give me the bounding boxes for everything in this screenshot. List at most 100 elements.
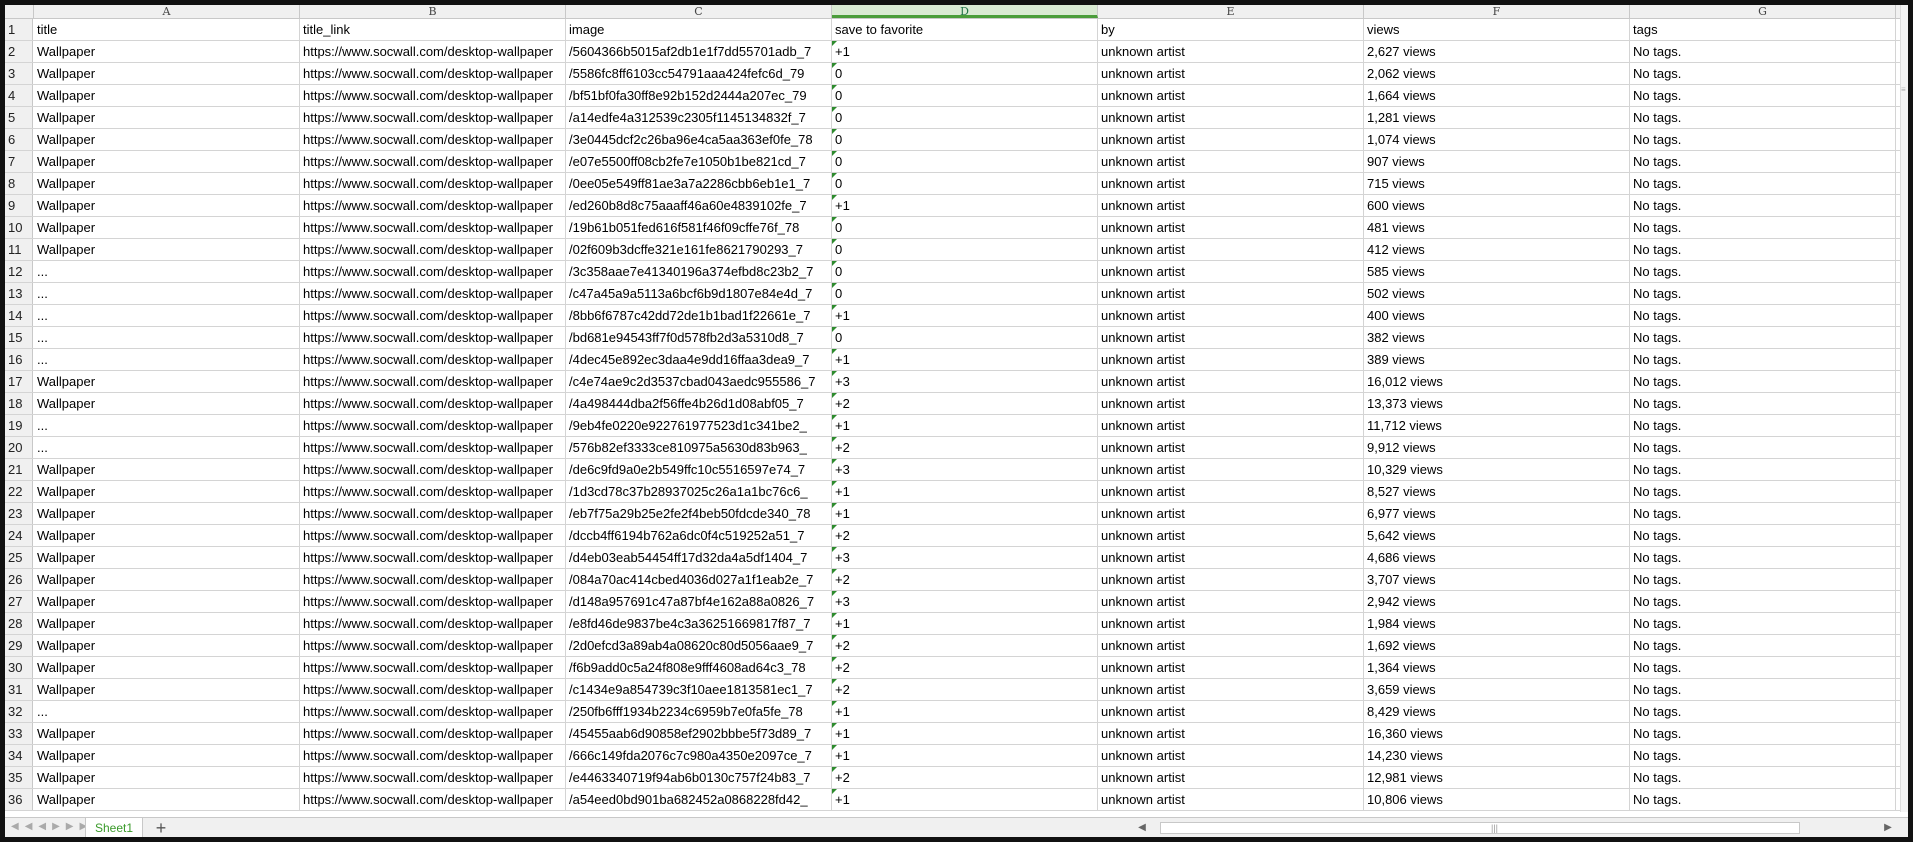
cell[interactable]: No tags. <box>1630 745 1896 766</box>
cell[interactable]: +1 <box>832 349 1098 370</box>
cell[interactable]: +2 <box>832 437 1098 458</box>
cell[interactable]: /d148a957691c47a87bf4e162a88a0826_7 <box>566 591 832 612</box>
cell[interactable]: https://www.socwall.com/desktop-wallpape… <box>300 767 566 788</box>
cell[interactable]: unknown artist <box>1098 415 1364 436</box>
cell[interactable]: 9,912 views <box>1364 437 1630 458</box>
row-number[interactable]: 7 <box>5 151 33 172</box>
cell[interactable]: /bf51bf0fa30ff8e92b152d2444a207ec_79 <box>566 85 832 106</box>
cell[interactable]: https://www.socwall.com/desktop-wallpape… <box>300 569 566 590</box>
cell[interactable]: +1 <box>832 195 1098 216</box>
cell[interactable]: https://www.socwall.com/desktop-wallpape… <box>300 349 566 370</box>
cell[interactable]: https://www.socwall.com/desktop-wallpape… <box>300 217 566 238</box>
cell[interactable]: unknown artist <box>1098 85 1364 106</box>
cell[interactable]: /4a498444dba2f56ffe4b26d1d08abf05_7 <box>566 393 832 414</box>
cell[interactable]: unknown artist <box>1098 41 1364 62</box>
cell[interactable]: unknown artist <box>1098 261 1364 282</box>
row-number[interactable]: 24 <box>5 525 33 546</box>
cell[interactable]: /250fb6fff1934b2234c6959b7e0fa5fe_78 <box>566 701 832 722</box>
cell[interactable]: https://www.socwall.com/desktop-wallpape… <box>300 437 566 458</box>
row-number[interactable]: 4 <box>5 85 33 106</box>
cell[interactable]: unknown artist <box>1098 635 1364 656</box>
cell[interactable]: +1 <box>832 745 1098 766</box>
cell[interactable]: unknown artist <box>1098 767 1364 788</box>
cell[interactable]: No tags. <box>1630 415 1896 436</box>
cell[interactable]: +1 <box>832 305 1098 326</box>
cell[interactable]: ... <box>34 327 300 348</box>
cell[interactable]: ... <box>34 415 300 436</box>
cell[interactable]: 0 <box>832 151 1098 172</box>
row-number[interactable]: 23 <box>5 503 33 524</box>
cell[interactable]: 0 <box>832 217 1098 238</box>
cell[interactable]: +1 <box>832 481 1098 502</box>
cell[interactable]: unknown artist <box>1098 789 1364 810</box>
cell[interactable]: No tags. <box>1630 217 1896 238</box>
cell[interactable]: unknown artist <box>1098 613 1364 634</box>
column-header-b[interactable]: B <box>300 5 566 18</box>
cell[interactable]: 502 views <box>1364 283 1630 304</box>
cell[interactable]: No tags. <box>1630 261 1896 282</box>
cell[interactable]: 16,360 views <box>1364 723 1630 744</box>
row-number[interactable]: 35 <box>5 767 33 788</box>
cell[interactable]: https://www.socwall.com/desktop-wallpape… <box>300 525 566 546</box>
cell[interactable]: /c1434e9a854739c3f10aee1813581ec1_7 <box>566 679 832 700</box>
cell[interactable]: https://www.socwall.com/desktop-wallpape… <box>300 129 566 150</box>
cell[interactable]: +1 <box>832 701 1098 722</box>
sheet-nav-arrows-icon[interactable]: ◀◀◀▶▶▶ <box>11 821 93 832</box>
column-header-c[interactable]: C <box>566 5 832 18</box>
cell[interactable]: /a14edfe4a312539c2305f1145134832f_7 <box>566 107 832 128</box>
row-number[interactable]: 26 <box>5 569 33 590</box>
cell[interactable]: https://www.socwall.com/desktop-wallpape… <box>300 481 566 502</box>
cell[interactable]: 0 <box>832 173 1098 194</box>
vertical-scrollbar[interactable]: ≡ <box>1900 5 1908 812</box>
cell[interactable]: 12,981 views <box>1364 767 1630 788</box>
cell[interactable]: unknown artist <box>1098 679 1364 700</box>
cell[interactable]: /dccb4ff6194b762a6dc0f4c519252a51_7 <box>566 525 832 546</box>
scroll-right-icon[interactable]: ▶ <box>1881 821 1895 835</box>
cell[interactable]: unknown artist <box>1098 107 1364 128</box>
row-number[interactable]: 29 <box>5 635 33 656</box>
cell[interactable]: /ed260b8d8c75aaaff46a60e4839102fe_7 <box>566 195 832 216</box>
row-number[interactable]: 32 <box>5 701 33 722</box>
cell[interactable]: 13,373 views <box>1364 393 1630 414</box>
cell[interactable]: https://www.socwall.com/desktop-wallpape… <box>300 151 566 172</box>
header-cell[interactable]: views <box>1364 19 1630 40</box>
cell[interactable]: +2 <box>832 679 1098 700</box>
cell[interactable]: https://www.socwall.com/desktop-wallpape… <box>300 371 566 392</box>
cell[interactable]: 3,707 views <box>1364 569 1630 590</box>
cell[interactable]: 16,012 views <box>1364 371 1630 392</box>
cell[interactable]: 1,364 views <box>1364 657 1630 678</box>
cell[interactable]: 1,984 views <box>1364 613 1630 634</box>
cell[interactable]: /f6b9add0c5a24f808e9fff4608ad64c3_78 <box>566 657 832 678</box>
cell[interactable]: /d4eb03eab54454ff17d32da4a5df1404_7 <box>566 547 832 568</box>
cell[interactable]: Wallpaper <box>34 789 300 810</box>
cell[interactable]: No tags. <box>1630 239 1896 260</box>
cell[interactable]: 600 views <box>1364 195 1630 216</box>
cell[interactable]: No tags. <box>1630 459 1896 480</box>
cell[interactable]: https://www.socwall.com/desktop-wallpape… <box>300 547 566 568</box>
cell[interactable]: Wallpaper <box>34 591 300 612</box>
cell[interactable]: No tags. <box>1630 129 1896 150</box>
cell[interactable]: No tags. <box>1630 85 1896 106</box>
cell[interactable]: No tags. <box>1630 63 1896 84</box>
cell[interactable]: ... <box>34 283 300 304</box>
cell[interactable]: 14,230 views <box>1364 745 1630 766</box>
row-number[interactable]: 2 <box>5 41 33 62</box>
row-number[interactable]: 31 <box>5 679 33 700</box>
cell[interactable]: unknown artist <box>1098 283 1364 304</box>
cell[interactable]: No tags. <box>1630 393 1896 414</box>
cell[interactable]: 2,062 views <box>1364 63 1630 84</box>
cell[interactable]: unknown artist <box>1098 393 1364 414</box>
row-number[interactable]: 33 <box>5 723 33 744</box>
cell[interactable]: No tags. <box>1630 701 1896 722</box>
column-header-a[interactable]: A <box>34 5 300 18</box>
cell[interactable]: 1,281 views <box>1364 107 1630 128</box>
cell[interactable]: https://www.socwall.com/desktop-wallpape… <box>300 503 566 524</box>
cell[interactable]: https://www.socwall.com/desktop-wallpape… <box>300 239 566 260</box>
cell[interactable]: Wallpaper <box>34 481 300 502</box>
cell[interactable]: +2 <box>832 635 1098 656</box>
cell[interactable]: unknown artist <box>1098 63 1364 84</box>
cell[interactable]: 0 <box>832 327 1098 348</box>
cell[interactable]: unknown artist <box>1098 569 1364 590</box>
header-cell[interactable]: title_link <box>300 19 566 40</box>
row-number[interactable]: 25 <box>5 547 33 568</box>
